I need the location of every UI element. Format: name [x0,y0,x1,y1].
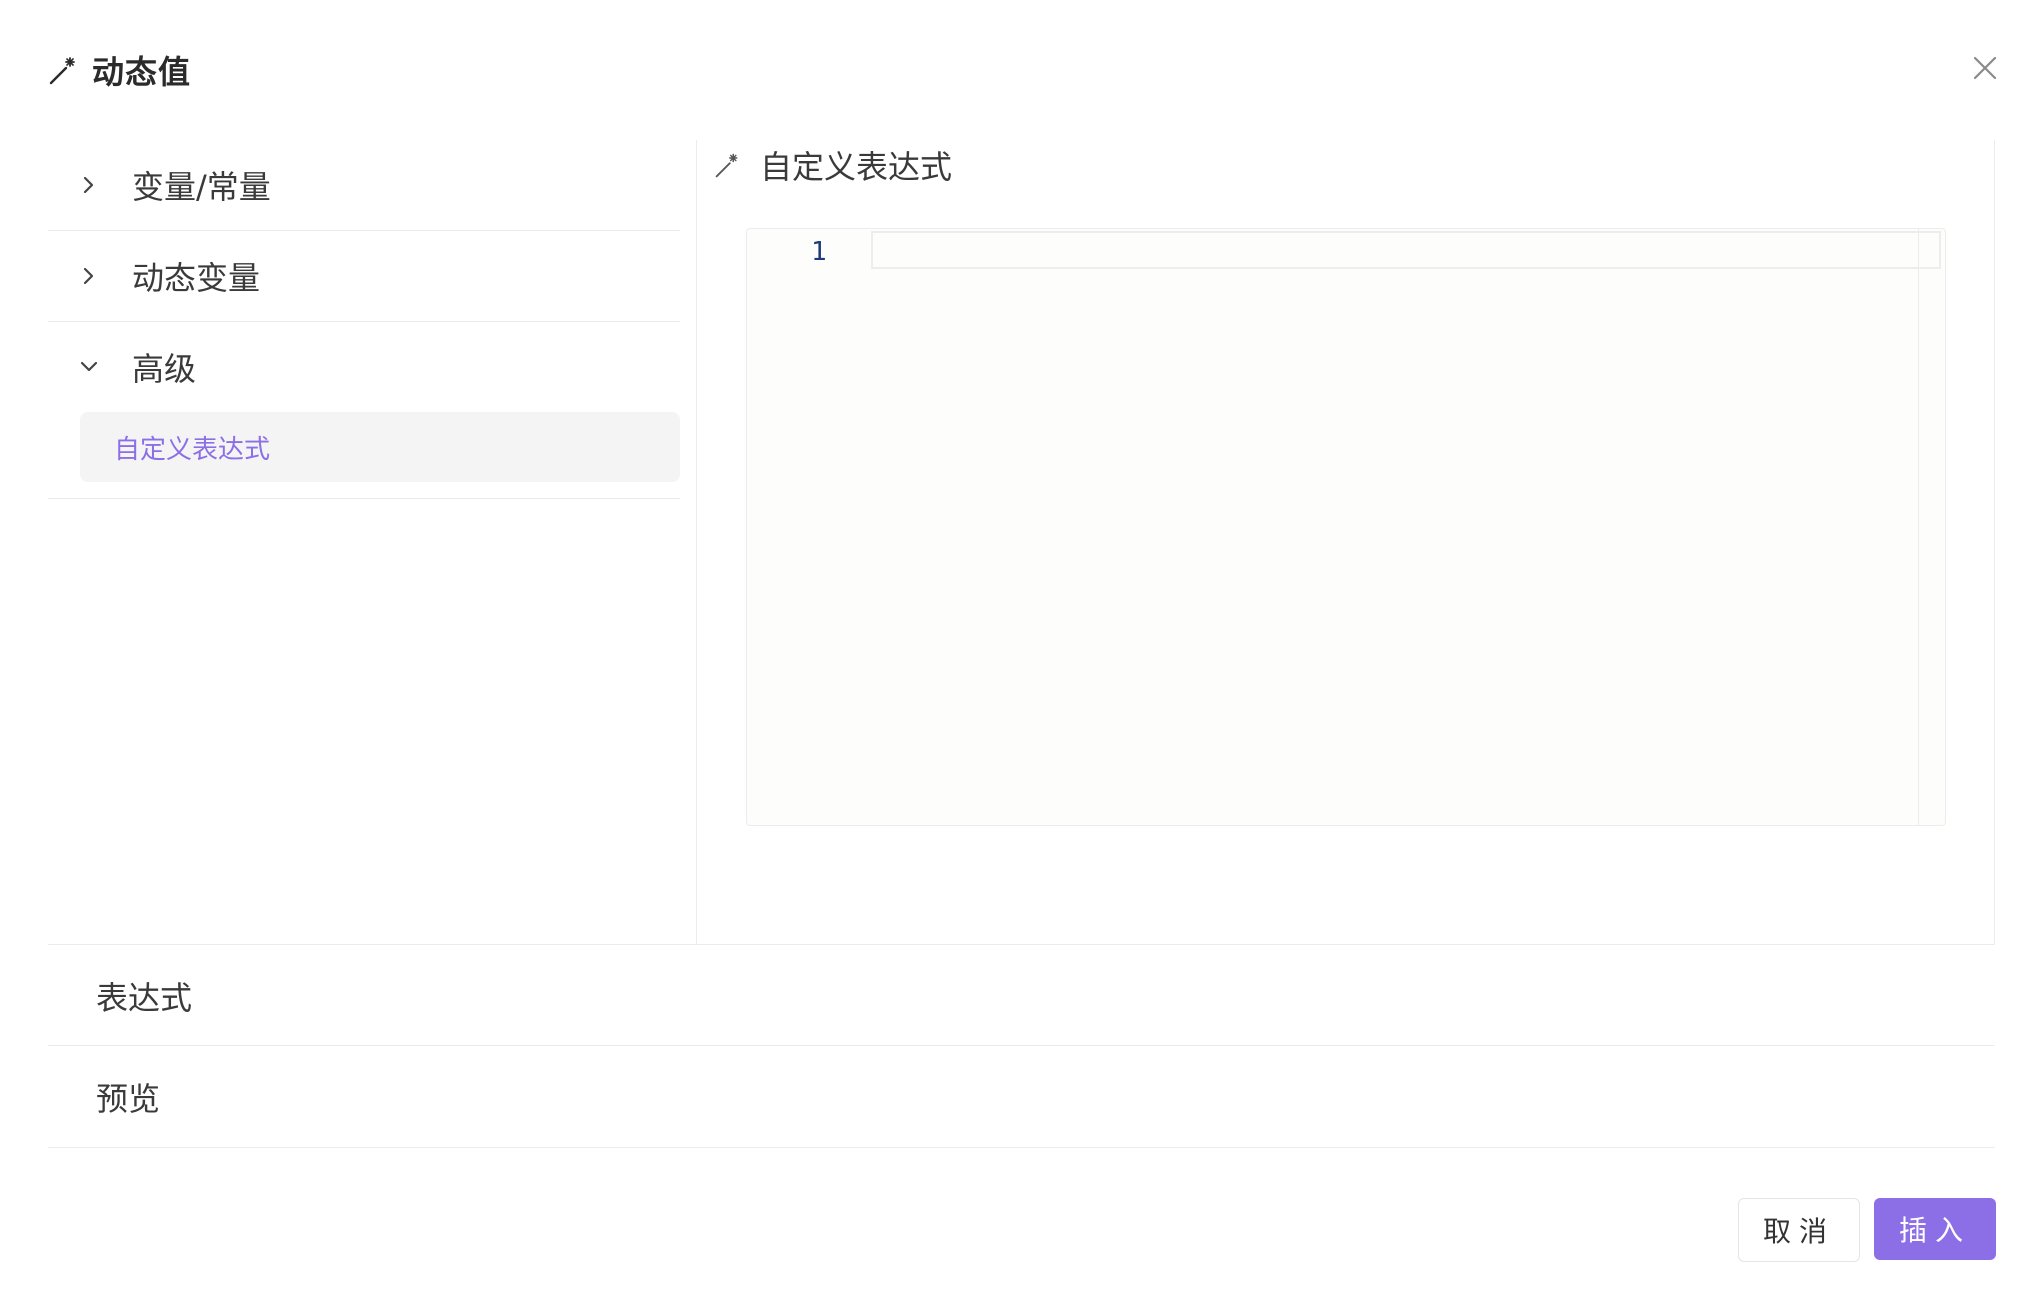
dynamic-value-dialog: 动态值 变量/常量 动态变量 高级 自定义表达式 自定义表达式 1 表达式 预览… [0,0,2041,1305]
cancel-button[interactable]: 取消 [1738,1198,1860,1262]
dialog-title: 动态值 [92,53,192,91]
chevron-down-icon [80,361,98,372]
category-tree: 变量/常量 动态变量 高级 自定义表达式 [48,140,680,499]
chevron-right-icon [83,267,94,285]
expression-section[interactable]: 表达式 [48,944,1995,1046]
tree-child-custom-expression[interactable]: 自定义表达式 [80,412,680,482]
close-icon[interactable] [1969,52,2001,84]
editor-active-line[interactable] [871,231,1941,269]
code-editor[interactable]: 1 [746,228,1946,826]
expression-label: 表达式 [96,978,193,1017]
panel-border-right [1994,140,1995,944]
line-number: 1 [811,237,827,267]
tree-item-label: 高级 [132,350,197,388]
tree-item-variables-constants[interactable]: 变量/常量 [48,140,680,231]
tree-group-advanced: 高级 自定义表达式 [48,322,680,499]
preview-section[interactable]: 预览 [48,1045,1995,1148]
insert-button[interactable]: 插入 [1874,1198,1996,1260]
tree-child-label: 自定义表达式 [114,434,271,465]
tree-item-advanced[interactable]: 高级 [48,322,680,412]
tree-item-label: 动态变量 [132,259,261,297]
preview-label: 预览 [96,1079,161,1118]
tree-item-label: 变量/常量 [132,168,271,206]
dialog-header: 动态值 [48,46,191,94]
magic-wand-icon [715,153,738,178]
editor-panel-header: 自定义表达式 [714,142,952,188]
panel-divider [696,140,697,944]
editor-scrollbar-track[interactable] [1918,229,1919,825]
editor-panel-title: 自定义表达式 [760,148,953,186]
magic-wand-icon [49,57,75,85]
chevron-right-icon [83,176,94,194]
tree-item-dynamic-variables[interactable]: 动态变量 [48,231,680,322]
